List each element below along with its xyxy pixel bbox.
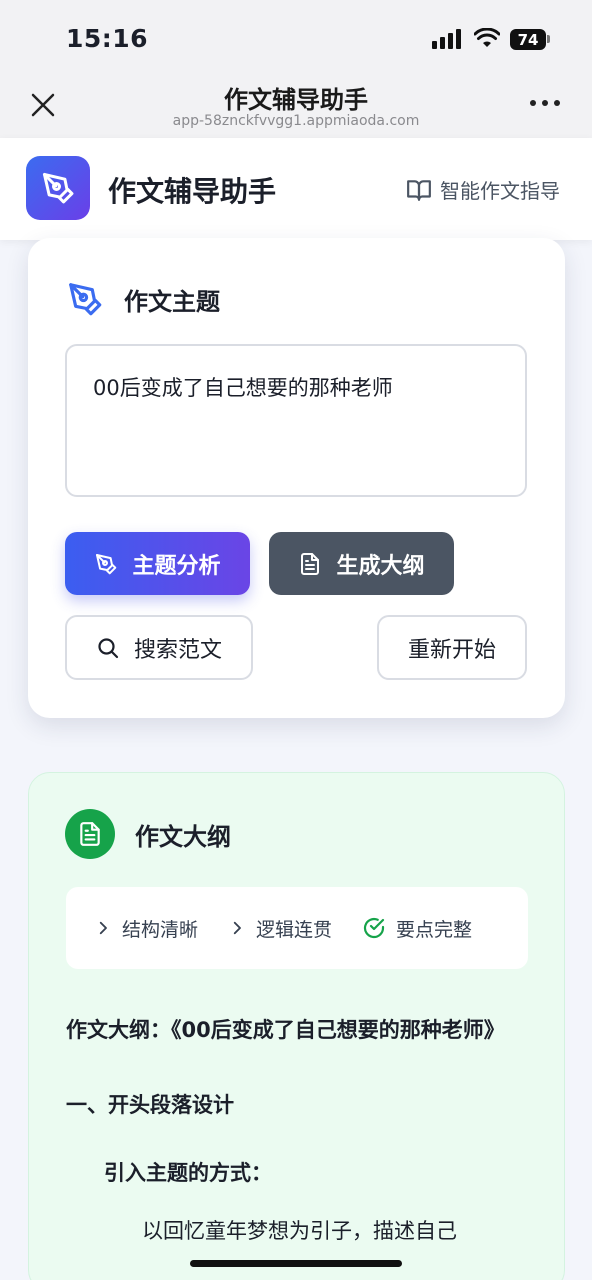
feature-item: 结构清晰 [94, 915, 198, 942]
cellular-signal-icon [432, 29, 461, 49]
outline-features: 结构清晰 逻辑连贯 要点完整 [66, 887, 528, 969]
document-icon [65, 809, 115, 859]
more-options-icon[interactable] [530, 100, 566, 110]
browser-title: 作文辅导助手 [224, 86, 368, 114]
topic-card: 作文主题 00后变成了自己想要的那种老师 主题分析 生成大纲 搜索范文 重新开始 [28, 238, 565, 718]
outline-item: 以回忆童年梦想为引子，描述自己 [142, 1219, 457, 1243]
feature-label: 逻辑连贯 [256, 918, 333, 941]
outline-card: 作文大纲 结构清晰 逻辑连贯 要点完整 作文大纲：《00后变成了自己想要的那种老… [28, 772, 565, 1280]
pen-tool-icon [96, 553, 117, 574]
chevron-right-icon [99, 921, 107, 935]
app-logo [26, 156, 90, 220]
app-header: 作文辅导助手 智能作文指导 [0, 138, 592, 240]
feature-item: 逻辑连贯 [228, 915, 332, 942]
pen-tool-icon [69, 283, 102, 316]
topic-card-title: 作文主题 [124, 287, 220, 316]
chevron-right-icon [233, 921, 241, 935]
check-circle-icon [363, 917, 385, 939]
topic-input[interactable]: 00后变成了自己想要的那种老师 [65, 344, 527, 497]
analyze-topic-label: 主题分析 [132, 553, 221, 579]
feature-label: 要点完整 [396, 918, 473, 941]
outline-card-title: 作文大纲 [135, 822, 231, 851]
battery-cap [547, 35, 550, 43]
app-title: 作文辅导助手 [108, 175, 277, 208]
status-time: 15:16 [66, 24, 149, 53]
generate-outline-label: 生成大纲 [336, 553, 425, 579]
analyze-topic-button[interactable]: 主题分析 [65, 532, 250, 595]
status-bar: 15:16 74 [0, 0, 592, 70]
wifi-icon [474, 28, 500, 47]
outline-card-header: 作文大纲 [65, 809, 231, 859]
search-essays-button[interactable]: 搜索范文 [65, 615, 253, 680]
document-icon [301, 552, 320, 575]
outline-content: 作文大纲：《00后变成了自己想要的那种老师》 一、开头段落设计 引入主题的方式：… [66, 1009, 528, 1245]
feature-label: 结构清晰 [122, 918, 199, 941]
generate-outline-button[interactable]: 生成大纲 [269, 532, 454, 595]
feature-item: 要点完整 [362, 915, 472, 942]
home-indicator [190, 1260, 402, 1267]
restart-label: 重新开始 [407, 637, 496, 663]
search-icon [98, 637, 119, 658]
outline-heading: 作文大纲：《00后变成了自己想要的那种老师》 [66, 1018, 505, 1042]
outline-subsection: 引入主题的方式： [104, 1161, 272, 1185]
topic-card-header: 作文主题 [66, 280, 220, 318]
restart-button[interactable]: 重新开始 [377, 615, 527, 680]
guide-link[interactable]: 智能作文指导 [406, 175, 560, 204]
pen-tool-icon [43, 173, 74, 204]
search-essays-label: 搜索范文 [133, 637, 222, 663]
outline-section: 一、开头段落设计 [66, 1093, 234, 1117]
book-open-icon [407, 179, 431, 201]
browser-url: app-58znckfvvgg1.appmiaoda.com [172, 113, 420, 129]
browser-bar: 作文辅导助手 app-58znckfvvgg1.appmiaoda.com [0, 70, 592, 138]
guide-link-label: 智能作文指导 [440, 179, 560, 203]
battery-indicator: 74 [510, 29, 546, 50]
